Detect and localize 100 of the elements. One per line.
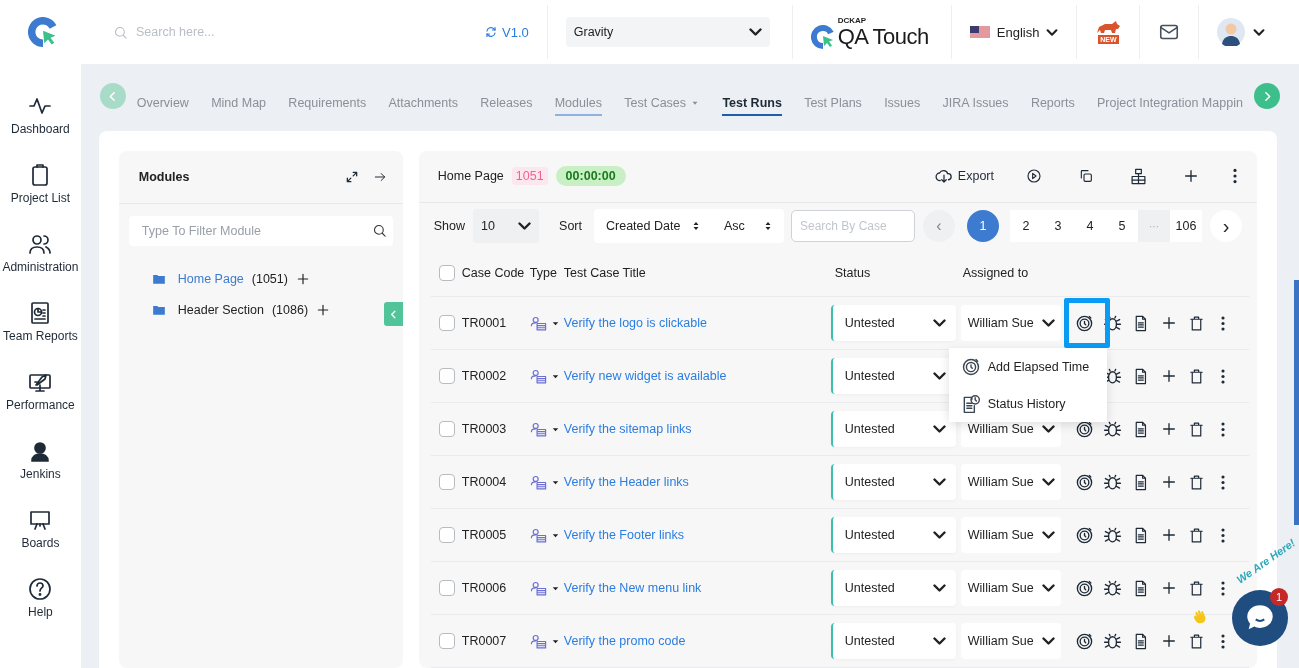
sidebar-item[interactable]: Jenkins xyxy=(0,439,81,508)
column-header: Case Code xyxy=(461,266,526,281)
trash-icon xyxy=(1188,473,1206,491)
expand-icon[interactable] xyxy=(344,170,359,184)
checkbox[interactable] xyxy=(438,580,455,596)
checkbox[interactable] xyxy=(438,421,455,437)
sync-icon xyxy=(485,26,497,38)
sort-order-select[interactable]: Asc xyxy=(712,209,784,244)
test-case-link[interactable]: Verify new widget is available xyxy=(563,369,831,383)
rhino-icon[interactable] xyxy=(1095,20,1122,35)
trash-icon xyxy=(1188,632,1206,650)
export-button[interactable]: Export xyxy=(934,167,994,186)
run-title: Home Page xyxy=(437,169,504,184)
scrollbar[interactable] xyxy=(1294,280,1299,525)
user-avatar[interactable] xyxy=(1217,18,1246,46)
search-field[interactable]: Search here... xyxy=(136,25,456,39)
sidebar-item[interactable]: Help xyxy=(0,577,81,646)
chevron-down-icon[interactable] xyxy=(1253,28,1266,36)
page-button[interactable]: 5 xyxy=(1106,210,1138,243)
tab[interactable]: Test Runs xyxy=(722,90,782,116)
assignee-select[interactable]: William Sue xyxy=(960,305,1061,341)
help-icon xyxy=(28,577,53,601)
page-button[interactable]: 106 xyxy=(1170,210,1202,243)
plus-icon xyxy=(1160,421,1177,437)
status-select[interactable]: Untested xyxy=(830,411,956,447)
tree-item[interactable]: Home Page xyxy=(177,272,244,286)
chevron-down-icon xyxy=(932,372,946,380)
bug-icon xyxy=(1103,472,1123,492)
users-icon xyxy=(28,232,53,256)
page-button[interactable]: 2 xyxy=(1010,210,1042,243)
test-case-link[interactable]: Verify the Header links xyxy=(563,475,831,489)
arrow-right-icon[interactable] xyxy=(372,170,387,184)
test-case-link[interactable]: Verify the sitemap links xyxy=(563,422,831,436)
sidebar-item[interactable]: Administration xyxy=(0,232,81,301)
notification-badge: 1 xyxy=(1270,588,1288,606)
checkbox[interactable] xyxy=(438,368,455,384)
plus-icon[interactable] xyxy=(316,303,331,317)
status-select[interactable]: Untested xyxy=(830,305,956,341)
case-code: TR0004 xyxy=(461,475,508,489)
test-case-link[interactable]: Verify the promo code xyxy=(563,634,831,648)
play-icon xyxy=(1026,168,1042,185)
sidebar-item[interactable]: Team Reports xyxy=(0,301,81,370)
sort-label: Sort xyxy=(559,219,582,234)
logo-icon[interactable] xyxy=(810,24,835,49)
checkbox[interactable] xyxy=(438,474,455,490)
sidebar-item[interactable]: Performance xyxy=(0,370,81,439)
status-select[interactable]: Untested xyxy=(830,623,956,659)
sort-field-select[interactable]: Created Date xyxy=(594,209,712,244)
checkbox[interactable] xyxy=(438,633,455,649)
case-type-icon[interactable] xyxy=(529,367,547,385)
tree-item[interactable]: Header Section xyxy=(177,303,264,317)
timer-icon xyxy=(1075,419,1095,439)
project-select[interactable]: Gravity xyxy=(565,17,770,47)
case-type-icon[interactable] xyxy=(529,632,547,650)
status-select[interactable]: Untested xyxy=(830,517,956,553)
chevron-down-icon xyxy=(1041,478,1055,486)
add-button[interactable] xyxy=(1183,168,1199,185)
assignee-select[interactable]: William Sue xyxy=(960,623,1061,659)
hierarchy-button[interactable] xyxy=(1130,167,1147,185)
case-code: TR0001 xyxy=(461,316,508,330)
case-type-icon[interactable] xyxy=(529,579,547,597)
page-button[interactable]: 1 xyxy=(967,210,999,243)
status-select[interactable]: Untested xyxy=(830,570,956,606)
case-type-icon[interactable] xyxy=(529,314,547,332)
status-select[interactable]: Untested xyxy=(830,464,956,500)
checkbox[interactable] xyxy=(438,315,455,331)
play-button[interactable] xyxy=(1026,168,1042,185)
sidebar-item[interactable]: Boards xyxy=(0,508,81,577)
language-select[interactable]: English xyxy=(969,24,1059,40)
checkbox[interactable] xyxy=(438,527,455,543)
page-button[interactable]: 4 xyxy=(1074,210,1106,243)
plus-icon[interactable] xyxy=(295,272,310,286)
more-button[interactable] xyxy=(1233,168,1237,185)
case-code: TR0002 xyxy=(461,369,508,383)
bug-icon xyxy=(1103,313,1123,333)
test-case-link[interactable]: Verify the logo is clickable xyxy=(563,316,831,330)
page-button[interactable]: 3 xyxy=(1042,210,1074,243)
assignee-select[interactable]: William Sue xyxy=(960,517,1061,553)
case-type-icon[interactable] xyxy=(529,420,547,438)
page-size-select[interactable]: 10 xyxy=(473,209,540,244)
chevron-down-icon xyxy=(932,319,946,327)
sidebar-item[interactable]: Dashboard xyxy=(0,94,81,163)
copy-button[interactable] xyxy=(1078,168,1094,185)
test-case-link[interactable]: Verify the Footer links xyxy=(563,528,831,542)
column-header: Assigned to xyxy=(961,266,1030,281)
sidebar-item[interactable]: Project List xyxy=(0,163,81,232)
bug-icon xyxy=(1103,525,1123,545)
version-button[interactable]: V1.0 xyxy=(485,24,529,40)
next-page-button[interactable]: › xyxy=(1210,210,1242,243)
assignee-select[interactable]: William Sue xyxy=(960,570,1061,606)
test-case-link[interactable]: Verify the New menu link xyxy=(563,581,831,595)
search-field[interactable]: Search By Case xyxy=(791,210,915,243)
case-type-icon[interactable] xyxy=(529,473,547,491)
filter-field[interactable]: Type To Filter Module xyxy=(128,216,393,246)
timer-icon xyxy=(1075,631,1095,651)
checkbox[interactable] xyxy=(438,265,455,282)
logo-icon[interactable] xyxy=(27,17,58,47)
kebab-icon xyxy=(1220,527,1225,543)
case-type-icon[interactable] xyxy=(529,526,547,544)
assignee-select[interactable]: William Sue xyxy=(960,464,1061,500)
